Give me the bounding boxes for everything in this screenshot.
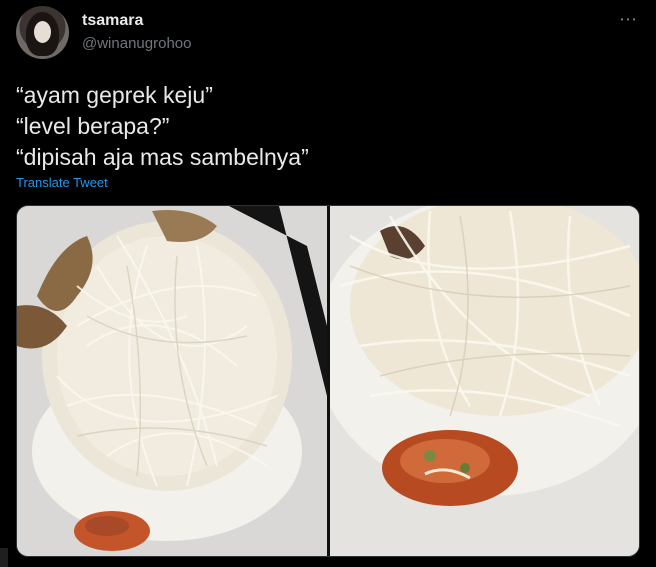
translate-tweet-link[interactable]: Translate Tweet [16, 175, 108, 190]
food-photo-2[interactable] [330, 206, 639, 556]
tweet-media [16, 205, 640, 557]
more-horizontal-icon[interactable]: ⋯ [619, 10, 638, 28]
avatar[interactable] [16, 6, 69, 59]
corner-badge [0, 548, 8, 567]
food-photo-1[interactable] [17, 206, 327, 556]
tweet-line-3: “dipisah aja mas sambelnya” [16, 144, 309, 170]
tweet-line-2: “level berapa?” [16, 113, 170, 139]
avatar-face [34, 21, 51, 43]
tweet-text: “ayam geprek keju” “level berapa?” “dipi… [16, 80, 636, 173]
user-handle[interactable]: @winanugrohoo [82, 35, 191, 52]
tweet-line-1: “ayam geprek keju” [16, 82, 213, 108]
display-name[interactable]: tsamara [82, 12, 143, 30]
